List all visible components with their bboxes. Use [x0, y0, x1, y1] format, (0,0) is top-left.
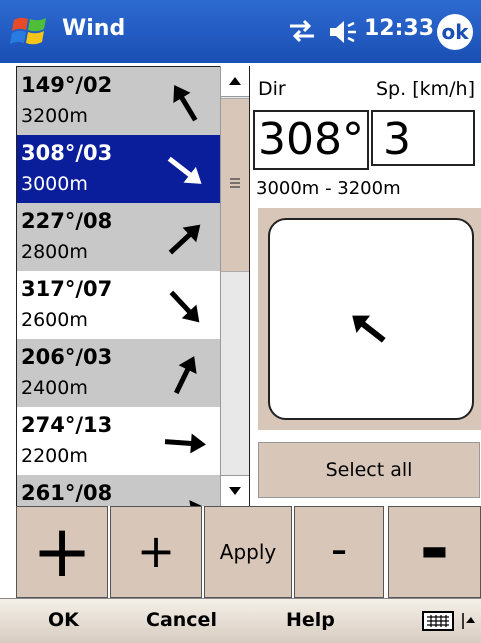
big-increase-button[interactable]: + — [16, 506, 108, 598]
big-decrease-button[interactable]: - — [388, 506, 481, 598]
wind-direction-arrow-icon — [352, 315, 386, 343]
wind-list-row[interactable]: 274°/13 2200m — [17, 407, 221, 475]
volume-icon[interactable] — [326, 18, 360, 46]
altitude-range: 3000m - 3200m — [256, 178, 401, 199]
increase-button[interactable]: + — [110, 506, 202, 598]
scroll-thumb[interactable] — [221, 98, 249, 272]
wind-direction-speed: 227°/08 — [21, 209, 113, 233]
list-scrollbar[interactable] — [220, 66, 250, 506]
direction-label: Dir — [258, 78, 286, 100]
direction-field[interactable]: 308° — [253, 110, 369, 170]
speed-field[interactable]: 3 — [371, 110, 475, 166]
wind-list-row[interactable]: 308°/03 3000m — [17, 135, 221, 203]
wind-direction-speed: 274°/13 — [21, 413, 113, 437]
wind-altitude: 3200m — [21, 105, 88, 127]
wind-altitude: 2200m — [21, 445, 88, 467]
scroll-down-button[interactable] — [221, 475, 249, 506]
connectivity-icon[interactable] — [286, 16, 318, 46]
wind-list[interactable]: 149°/02 3200m 308°/03 3000m 227°/08 2800m 317°… — [16, 66, 221, 507]
apply-button[interactable]: Apply — [204, 506, 292, 598]
wind-altitude: 2800m — [21, 241, 88, 263]
keyboard-icon[interactable] — [422, 609, 454, 633]
wind-direction-speed: 261°/08 — [21, 481, 113, 505]
scroll-down-icon — [229, 487, 241, 495]
scroll-up-icon — [229, 77, 241, 85]
wind-arrow-icon — [173, 84, 198, 122]
select-all-button[interactable]: Select all — [258, 442, 480, 498]
wind-list-row[interactable]: 317°/07 2600m — [17, 271, 221, 339]
wind-arrow-icon — [164, 500, 206, 507]
wind-arrow-icon — [167, 156, 202, 184]
wind-direction-speed: 317°/07 — [21, 277, 113, 301]
wind-altitude: 2600m — [21, 309, 88, 331]
input-menu-up-icon[interactable] — [462, 611, 476, 631]
menu-ok[interactable]: OK — [48, 609, 79, 631]
adjust-button-row: + + Apply - - — [0, 506, 481, 598]
wind-altitude: 3000m — [21, 173, 88, 195]
wind-direction-speed: 308°/03 — [21, 141, 113, 165]
window-title: Wind — [62, 16, 126, 41]
wind-arrow-icon — [168, 224, 201, 255]
ok-icon[interactable]: ok — [437, 14, 473, 50]
wind-arrow-icon — [169, 290, 200, 323]
windows-start-icon[interactable] — [8, 10, 52, 54]
wind-direction-speed: 206°/03 — [21, 345, 113, 369]
title-bar: Wind 12:33 ok — [0, 0, 481, 63]
menu-cancel[interactable]: Cancel — [146, 609, 217, 631]
scroll-up-button[interactable] — [221, 66, 249, 97]
clock[interactable]: 12:33 — [364, 16, 434, 41]
wind-list-row[interactable]: 206°/03 2400m — [17, 339, 221, 407]
wind-direction-speed: 149°/02 — [21, 73, 113, 97]
speed-label: Sp. [km/h] — [376, 78, 475, 100]
grip-icon — [230, 178, 240, 188]
decrease-button[interactable]: - — [294, 506, 384, 598]
wind-list-row[interactable]: 227°/08 2800m — [17, 203, 221, 271]
wind-arrow-icon — [173, 356, 197, 395]
wind-arrow-icon — [164, 433, 206, 454]
wind-list-row[interactable]: 261°/08 — [17, 475, 221, 507]
menu-bar: OK Cancel Help — [0, 598, 481, 643]
wind-list-row[interactable]: 149°/02 3200m — [17, 67, 221, 135]
wind-altitude: 2400m — [21, 377, 88, 399]
menu-help[interactable]: Help — [286, 609, 335, 631]
